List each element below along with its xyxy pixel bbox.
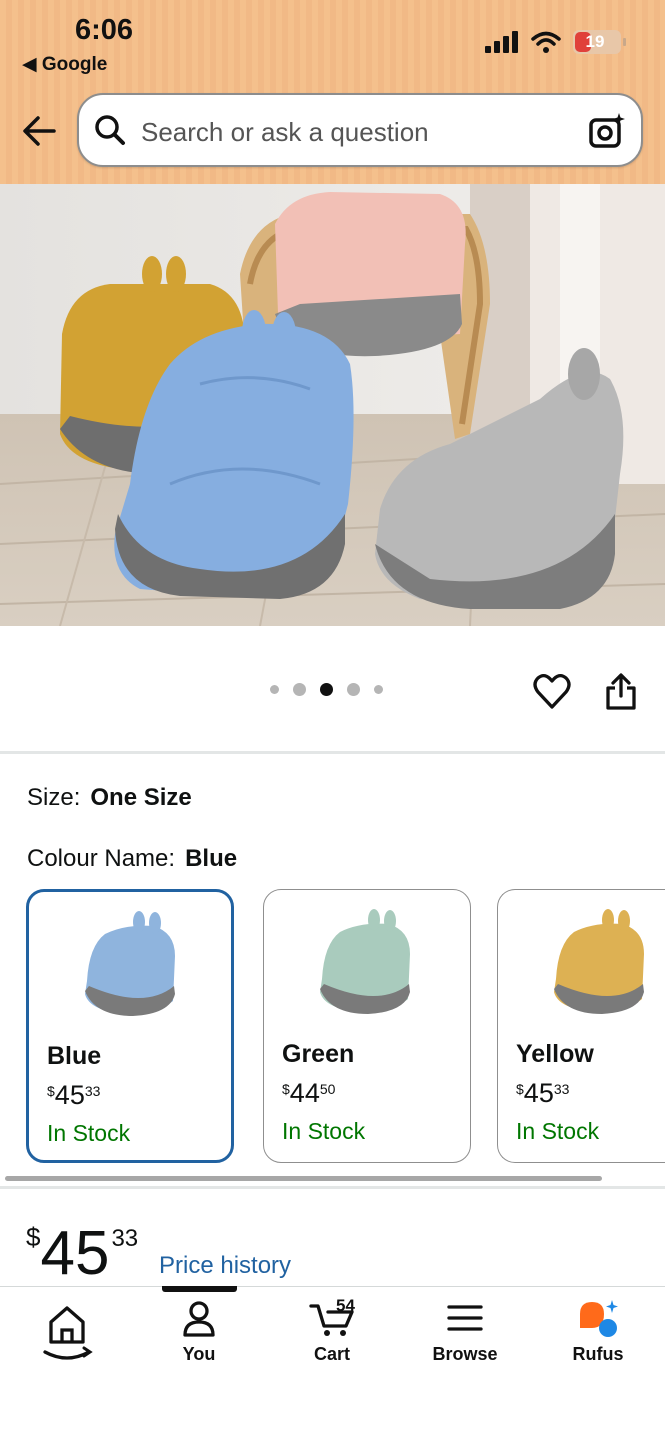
colour-label: Colour Name: — [27, 845, 176, 872]
person-icon — [183, 1301, 215, 1337]
swatch-price: $4533 — [516, 1078, 570, 1108]
swatch-scrollbar[interactable] — [5, 1176, 602, 1181]
status-time: 6:06 — [75, 14, 134, 46]
page-dot — [270, 685, 279, 694]
battery-indicator: 19 — [573, 30, 626, 54]
search-placeholder: Search or ask a question — [141, 117, 429, 147]
camera-search-icon[interactable] — [587, 111, 627, 151]
menu-icon — [447, 1305, 483, 1331]
swatch-stock: In Stock — [47, 1120, 131, 1146]
page-dot — [347, 683, 360, 696]
home-icon — [43, 1306, 93, 1360]
product-image[interactable] — [0, 184, 665, 626]
section-divider — [0, 751, 665, 754]
swatch-green[interactable]: Green $4450 In Stock — [263, 889, 471, 1163]
nav-you[interactable]: You — [139, 1298, 259, 1378]
nav-home[interactable] — [7, 1298, 127, 1378]
back-triangle-icon: ◀ — [22, 54, 37, 75]
nav-browse[interactable]: Browse — [405, 1298, 525, 1378]
swatch-name: Green — [282, 1040, 355, 1068]
battery-level: 19 — [585, 32, 605, 51]
swatch-name: Blue — [47, 1042, 102, 1070]
swatch-price: $4450 — [282, 1078, 336, 1108]
search-icon — [95, 115, 125, 145]
nav-rufus[interactable]: Rufus — [538, 1298, 658, 1378]
status-icons: 19 — [485, 30, 626, 54]
swatch-thumbnail — [320, 909, 410, 1014]
product-price: $4533 — [26, 1219, 139, 1288]
cart-count-badge: 54 — [336, 1296, 355, 1315]
nav-label: You — [182, 1344, 216, 1364]
nav-label: Rufus — [572, 1344, 624, 1364]
image-pagination — [270, 683, 383, 696]
swatch-yellow[interactable]: Yellow $4533 In Stock — [497, 889, 665, 1163]
price-history-link[interactable]: Price history — [159, 1252, 291, 1280]
wishlist-heart-icon[interactable] — [532, 672, 572, 712]
size-row: Size: One Size — [27, 784, 192, 812]
size-label: Size: — [27, 784, 81, 811]
colour-row: Colour Name: Blue — [27, 845, 237, 873]
nav-label: Cart — [313, 1344, 350, 1364]
swatch-thumbnail — [554, 909, 644, 1014]
section-divider — [0, 1186, 665, 1189]
back-arrow-icon[interactable] — [18, 110, 60, 152]
nav-label: Browse — [432, 1344, 498, 1364]
swatch-blue[interactable]: Blue $4533 In Stock — [26, 889, 234, 1163]
swatch-thumbnail — [85, 911, 175, 1016]
page-dot — [374, 685, 383, 694]
wifi-icon — [531, 31, 561, 53]
swatch-stock: In Stock — [282, 1118, 366, 1144]
search-input[interactable]: Search or ask a question — [77, 93, 643, 167]
back-to-app-link[interactable]: ◀ Google — [22, 53, 107, 76]
rufus-icon — [580, 1300, 618, 1337]
signal-icon — [485, 31, 518, 53]
swatch-price: $4533 — [47, 1080, 101, 1110]
nav-active-indicator — [162, 1286, 237, 1292]
swatch-stock: In Stock — [516, 1118, 600, 1144]
colour-value: Blue — [185, 845, 238, 872]
page-dot-active — [320, 683, 333, 696]
size-value: One Size — [90, 784, 192, 811]
back-app-label: Google — [41, 54, 108, 75]
swatch-name: Yellow — [516, 1040, 594, 1068]
page-dot — [293, 683, 306, 696]
nav-cart[interactable]: 54 Cart — [272, 1296, 392, 1378]
header-bar: 6:06 ◀ Google 19 Search or ask a questio… — [0, 0, 665, 184]
share-icon[interactable] — [602, 672, 640, 712]
